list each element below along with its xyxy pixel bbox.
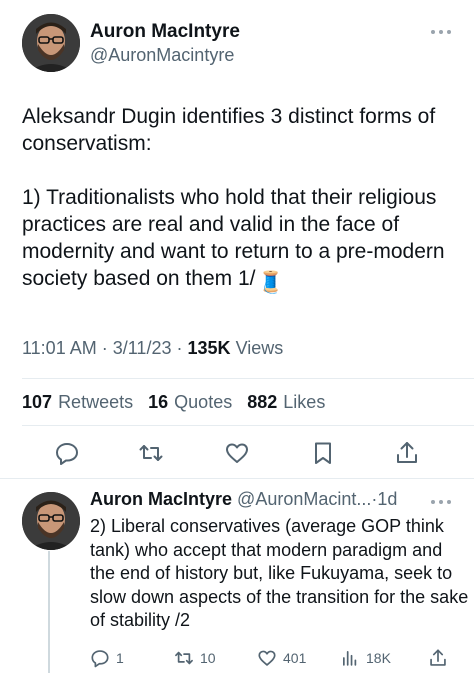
engagement-stats: 107 Retweets 16 Quotes 882 Likes: [22, 392, 325, 413]
thread-line: [48, 551, 50, 673]
avatar[interactable]: [22, 14, 80, 72]
like-icon[interactable]: [224, 440, 250, 466]
views-count: 135K: [187, 338, 231, 358]
likes-label: Likes: [283, 392, 326, 412]
main-tweet: Auron MacIntyre @AuronMacintyre Aleksand…: [0, 0, 474, 478]
reply-header: Auron MacIntyre @AuronMacint...·1d: [90, 489, 397, 510]
avatar-photo-icon: [22, 492, 80, 550]
tweet-age[interactable]: 1d: [377, 489, 397, 509]
share-icon[interactable]: [394, 440, 420, 466]
likes-count: 882: [247, 392, 278, 412]
reply-icon[interactable]: [54, 440, 80, 466]
reply-retweet-button[interactable]: 10: [174, 648, 216, 668]
share-icon: [430, 649, 446, 666]
divider: [22, 425, 474, 426]
avatar[interactable]: [22, 492, 80, 550]
quotes-count: 16: [148, 392, 169, 412]
views-count: 18K: [366, 650, 391, 666]
likes-stat[interactable]: 882 Likes: [247, 392, 325, 412]
retweet-icon[interactable]: [138, 440, 164, 466]
author-display-name[interactable]: Auron MacIntyre: [90, 489, 232, 509]
retweets-count: 107: [22, 392, 53, 412]
more-options-icon[interactable]: [430, 28, 452, 36]
quotes-stat[interactable]: 16 Quotes: [148, 392, 232, 412]
reply-reply-button[interactable]: 1: [90, 648, 124, 668]
author-handle[interactable]: @AuronMacintyre: [90, 45, 234, 66]
like-count: 401: [283, 650, 307, 666]
retweets-stat[interactable]: 107 Retweets: [22, 392, 133, 412]
reply-views-button[interactable]: 18K: [340, 648, 391, 668]
tweet-date[interactable]: 3/11/23: [113, 338, 172, 358]
author-handle[interactable]: @AuronMacint...: [237, 489, 371, 509]
avatar-photo-icon: [22, 14, 80, 72]
divider: [22, 378, 474, 379]
like-icon: [258, 650, 276, 666]
separator: ·: [101, 338, 108, 358]
tweet-text: Aleksandr Dugin identifies 3 distinct fo…: [22, 103, 454, 296]
retweet-icon: [175, 651, 193, 665]
tweet-body: Aleksandr Dugin identifies 3 distinct fo…: [22, 105, 445, 290]
views-label: Views: [235, 338, 284, 358]
bookmark-icon[interactable]: [310, 440, 336, 466]
retweet-count: 10: [200, 650, 216, 666]
tweet-time[interactable]: 11:01 AM: [22, 338, 97, 358]
reply-share-button[interactable]: [428, 648, 448, 668]
reply-count: 1: [116, 650, 124, 666]
views-icon: [343, 651, 357, 666]
reply-icon: [91, 650, 109, 668]
author-display-name[interactable]: Auron MacIntyre: [90, 21, 240, 43]
quotes-label: Quotes: [174, 392, 233, 412]
reply-like-button[interactable]: 401: [257, 648, 306, 668]
retweets-label: Retweets: [58, 392, 134, 412]
reply-text: 2) Liberal conservatives (average GOP th…: [90, 516, 469, 630]
reply-tweet[interactable]: Auron MacIntyre @AuronMacint...·1d 2) Li…: [0, 478, 474, 673]
thread-icon: 🧵: [257, 271, 284, 294]
separator: ·: [176, 338, 183, 358]
more-options-icon[interactable]: [430, 498, 452, 506]
tweet-metadata: 11:01 AM · 3/11/23 · 135K Views: [22, 338, 283, 359]
